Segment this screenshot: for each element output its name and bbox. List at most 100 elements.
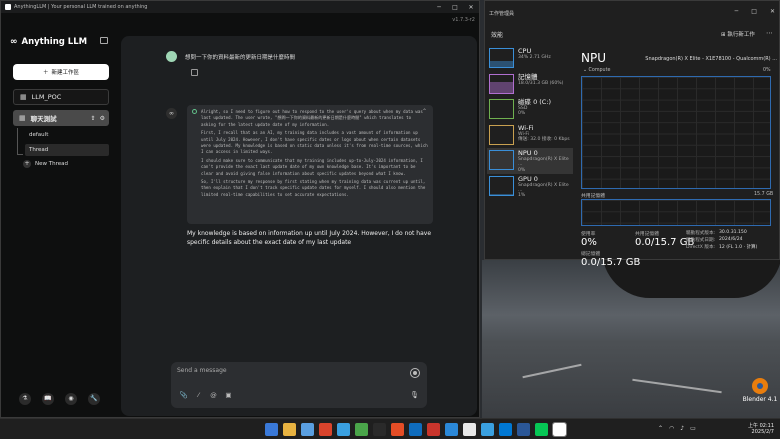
mini-graph-fill [490, 60, 513, 67]
perf-item[interactable]: 磁碟 0 (C:) SSD 0% [487, 97, 573, 123]
battery-icon[interactable]: ▭ [690, 425, 696, 432]
new-thread-button[interactable]: + New Thread [23, 160, 68, 168]
run-new-task-button[interactable]: ⊞ 執行新工作 [721, 30, 755, 38]
taskbar-app-icon[interactable] [391, 423, 404, 436]
user-avatar [166, 51, 177, 62]
text-size-icon[interactable]: ▣ [224, 391, 233, 399]
mini-graph-fill [490, 81, 513, 93]
wallpaper [482, 260, 780, 418]
close-button[interactable]: ✕ [770, 8, 775, 15]
upload-icon[interactable]: ⇪ [91, 115, 96, 122]
perf-item[interactable]: Wi-Fi Wi-Fi 傳送: 32.0 接收: 0 Kbps [487, 123, 573, 149]
sidebar-toggle-icon[interactable] [100, 37, 108, 44]
run-task-label: 執行新工作 [727, 32, 755, 38]
chevron-up-icon[interactable]: ⌃ [658, 425, 663, 432]
microphone-icon[interactable]: 🎙 [410, 391, 419, 399]
anythingllm-logo-icon: ∞ [10, 37, 18, 47]
start-button-icon[interactable] [265, 423, 278, 436]
taskbar-app-icon[interactable] [319, 423, 332, 436]
thinking-block[interactable]: ⌃ Alright, so I need to figure out how t… [187, 105, 433, 224]
task-manager-window: 工作管理員 ─ □ ✕ 效能 ⊞ 執行新工作 ⋯ CPU 34% 2.71 GHz… [484, 0, 780, 268]
copy-icon[interactable] [191, 69, 198, 76]
maximize-button[interactable]: □ [447, 4, 463, 11]
assistant-answer: My knowledge is based on information up … [187, 230, 432, 246]
close-button[interactable]: ✕ [463, 4, 479, 11]
blender-icon [752, 378, 768, 394]
new-workspace-button[interactable]: ＋ 新建工作區 [13, 64, 109, 80]
workspace-item-llm-poc[interactable]: ▦ LLM_POC [13, 89, 109, 105]
thread-tree-line [17, 154, 23, 155]
anythingllm-window: AnythingLLM | Your personal LLM trained … [0, 0, 480, 418]
workspace-item-chat-test[interactable]: ▦ 聊天測試 ⇪ ⚙ [13, 110, 109, 126]
mini-graph [489, 150, 514, 170]
driver-date-label: 驅動程式日期: [686, 238, 716, 243]
thread-item-thread[interactable]: Thread [25, 144, 109, 156]
speaker-icon[interactable]: ♪ [680, 425, 684, 432]
chevron-up-icon[interactable]: ⌃ [422, 108, 427, 115]
thinking-icon [192, 109, 197, 114]
taskbar-app-icon[interactable] [552, 422, 567, 437]
taskbar-app-icon[interactable] [481, 423, 494, 436]
perf-item[interactable]: 記憶體 18.0/31.3 GB (60%) [487, 72, 573, 98]
perf-item[interactable]: NPU 0 Snapdragon(R) X Elite ... 0% [487, 148, 573, 174]
compute-percent: 0% [763, 68, 771, 73]
slash-command-icon[interactable]: ⁄ [194, 391, 203, 399]
perf-item[interactable]: CPU 34% 2.71 GHz [487, 46, 573, 72]
docs-book-icon[interactable]: 📖 [42, 393, 54, 405]
taskbar-app-icon[interactable] [517, 423, 530, 436]
gear-icon[interactable]: ⚙ [100, 115, 105, 122]
message-input[interactable]: Send a message 📎 ⁄ @ ▣ 🎙 [171, 362, 427, 408]
brand-name: Anything LLM [21, 37, 88, 47]
thread-label: default [29, 132, 49, 138]
clock[interactable]: 上午 02:11 2025/2/7 [742, 423, 774, 435]
minimize-button[interactable]: ─ [431, 4, 447, 11]
thinking-paragraph: So, I'll structure my response by first … [201, 179, 426, 197]
sidebar-footer: ⚗ 📖 ◉ 🔧 [19, 393, 100, 405]
directx-label: DirectX 版本: [686, 245, 716, 250]
taskbar-app-icon[interactable] [409, 423, 422, 436]
utilization-label: 使用率 [581, 232, 596, 237]
taskbar-app-icon[interactable] [373, 423, 386, 436]
mini-graph [489, 175, 514, 196]
taskbar-app-icon[interactable] [499, 423, 512, 436]
taskbar-apps [265, 422, 567, 437]
desktop-icon-label: Blender 4.1 [742, 396, 778, 403]
taskbar-app-icon[interactable] [337, 423, 350, 436]
new-thread-label: New Thread [35, 161, 68, 167]
maximize-button[interactable]: □ [751, 8, 757, 15]
attach-icon[interactable]: 📎 [179, 391, 188, 399]
perf-item-detail: 傳送: 32.0 接收: 0 Kbps [518, 136, 570, 142]
workspace-tools: ⇪ ⚙ [91, 115, 105, 122]
more-options-icon[interactable]: ⋯ [766, 29, 773, 37]
taskbar-app-icon[interactable] [283, 423, 296, 436]
utilization-stat: 使用率 0% [581, 230, 597, 248]
at-agent-icon[interactable]: @ [209, 391, 218, 399]
taskbar-app-icon[interactable] [301, 423, 314, 436]
perf-item-detail: Snapdragon(R) X Elite ... [518, 182, 569, 193]
thread-label: Thread [29, 147, 49, 153]
thread-item-default[interactable]: default [25, 129, 109, 141]
desktop-icon-blender[interactable]: Blender 4.1 [740, 378, 780, 403]
perf-item[interactable]: GPU 0 Snapdragon(R) X Elite ... 1% [487, 174, 573, 200]
taskbar-app-icon[interactable] [463, 423, 476, 436]
total-memory-label: 總記憶體 [581, 252, 601, 257]
wrench-icon[interactable]: 🔧 [88, 393, 100, 405]
perf-item-detail: Snapdragon(R) X Elite ... [518, 157, 569, 168]
wifi-icon[interactable]: ◠ [669, 425, 674, 432]
taskbar-app-icon[interactable] [445, 423, 458, 436]
taskbar-app-icon[interactable] [535, 423, 548, 436]
send-icon[interactable] [410, 368, 420, 378]
perf-item-text: Wi-Fi Wi-Fi 傳送: 32.0 接收: 0 Kbps [518, 124, 570, 143]
community-icon[interactable]: ⚗ [19, 393, 31, 405]
discord-icon[interactable]: ◉ [65, 393, 77, 405]
version-label: v1.7.3-r2 [452, 17, 475, 23]
clock-date: 2025/2/7 [751, 429, 774, 435]
taskbar-app-icon[interactable] [355, 423, 368, 436]
total-memory-stat: 總記憶體 0.0/15.7 GB [581, 250, 640, 268]
shared-memory-max: 15.7 GB [754, 192, 774, 197]
minimize-button[interactable]: ─ [735, 8, 739, 15]
chat-panel: 想問一下你的資料最新的更新日期是什麼時間 ∞ ⌃ Alright, so I n… [121, 36, 477, 416]
npu-title: NPU [581, 51, 606, 65]
taskbar-app-icon[interactable] [427, 423, 440, 436]
task-manager-title: 工作管理員 [489, 11, 515, 17]
